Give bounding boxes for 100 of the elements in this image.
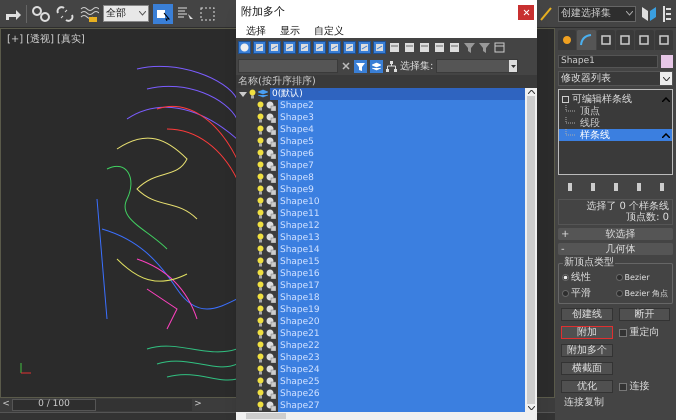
light-bulb-icon[interactable] xyxy=(257,245,264,255)
menu-item[interactable]: 自定义 xyxy=(314,24,344,38)
geometry-checkbox[interactable]: 重定向 xyxy=(618,325,670,340)
light-bulb-icon[interactable] xyxy=(257,101,264,111)
light-bulb-icon[interactable] xyxy=(257,125,264,135)
light-bulb-icon[interactable] xyxy=(257,401,264,411)
panel-tab[interactable] xyxy=(558,30,576,50)
light-bulb-icon[interactable] xyxy=(257,149,264,159)
light-bulb-icon[interactable] xyxy=(257,209,264,219)
next-frame-button[interactable]: > xyxy=(192,398,204,412)
panel-tab[interactable] xyxy=(616,30,634,50)
light-bulb-icon[interactable] xyxy=(257,185,264,195)
light-bulb-icon[interactable] xyxy=(257,317,264,327)
geometry-button[interactable]: 优化 xyxy=(561,380,612,393)
tray-icon[interactable] xyxy=(493,41,506,54)
layer-toggle-button[interactable] xyxy=(370,60,383,72)
light-bulb-icon[interactable] xyxy=(257,329,264,339)
panel-tab[interactable] xyxy=(577,30,596,50)
panel-tab[interactable] xyxy=(596,30,615,50)
time-slider-thumb[interactable]: 0 / 100 xyxy=(12,399,96,411)
geometry-button[interactable]: 创建线 xyxy=(561,308,612,321)
light-bulb-icon[interactable] xyxy=(257,269,264,279)
wave-link-icon[interactable] xyxy=(79,4,99,22)
sphere-filter-button[interactable] xyxy=(238,41,251,54)
vertical-scrollbar[interactable] xyxy=(525,88,537,412)
funnel-icon[interactable] xyxy=(463,41,476,54)
light-bulb-icon[interactable] xyxy=(257,257,264,267)
panel-tab[interactable] xyxy=(635,30,654,50)
select-object-button[interactable] xyxy=(153,4,173,24)
viewport-label[interactable]: [真实] xyxy=(57,32,85,47)
vertex-type-radio[interactable]: Bezier 角点 xyxy=(616,286,669,301)
selection-set-dropdown[interactable] xyxy=(436,59,518,73)
object-name-field[interactable]: Shape1 xyxy=(558,55,658,68)
viewport-label[interactable]: [+] xyxy=(7,32,24,47)
modifier-stack-item[interactable]: 可编辑样条线 xyxy=(559,93,672,105)
geometry-button[interactable]: 断开 xyxy=(618,308,670,321)
rollout-header[interactable]: - 几何体 xyxy=(558,243,673,255)
selection-info-text: 选择了 0 个样条线 xyxy=(586,201,669,212)
shape-object-icon xyxy=(266,293,276,303)
sub-object-item[interactable]: 样条线 xyxy=(559,129,672,141)
time-slider-track[interactable]: 0 / 100 xyxy=(12,399,192,411)
light-bulb-icon[interactable] xyxy=(257,173,264,183)
light-bulb-icon[interactable] xyxy=(257,113,264,123)
filter-toggle-button[interactable] xyxy=(354,60,367,72)
previous-frame-button[interactable]: < xyxy=(0,398,12,412)
horizontal-scrollbar[interactable] xyxy=(236,412,537,420)
panel-tab[interactable] xyxy=(654,30,673,50)
vertex-type-radio[interactable]: 平滑 xyxy=(562,286,616,301)
vertex-type-radio[interactable]: 线性 xyxy=(562,270,616,285)
broken-link-icon[interactable] xyxy=(55,4,75,22)
viewport-label[interactable]: [透视] xyxy=(26,32,54,47)
shape-object-icon xyxy=(266,173,276,183)
sub-object-item[interactable]: 顶点 xyxy=(559,105,672,117)
mirror-icon[interactable] xyxy=(640,4,658,22)
scrollbar-thumb[interactable] xyxy=(527,96,535,404)
modifier-stack[interactable]: 可编辑样条线 顶点 线段 样条线 xyxy=(558,89,673,175)
clear-icon[interactable] xyxy=(341,61,351,71)
scrollbar-thumb[interactable] xyxy=(246,413,286,419)
tree-item[interactable]: 0(默认) xyxy=(270,88,525,100)
menu-item[interactable]: 选择 xyxy=(246,24,266,38)
geometry-button[interactable]: 附加多个 xyxy=(561,344,612,357)
light-bulb-icon[interactable] xyxy=(257,377,264,387)
dropdown-caret-icon xyxy=(626,11,633,16)
align-icon[interactable] xyxy=(662,4,672,22)
light-bulb-icon[interactable] xyxy=(257,341,264,351)
named-selection-set-dropdown[interactable]: 创建选择集 xyxy=(558,6,636,22)
light-bulb-icon[interactable] xyxy=(257,197,264,207)
close-button[interactable] xyxy=(518,5,534,20)
dropdown-caret-icon xyxy=(662,76,670,80)
light-bulb-icon[interactable] xyxy=(257,161,264,171)
light-bulb-icon[interactable] xyxy=(257,365,264,375)
light-bulb-icon[interactable] xyxy=(257,137,264,147)
object-color-swatch[interactable] xyxy=(661,55,673,68)
list-cursor-icon[interactable] xyxy=(177,6,195,22)
search-field[interactable] xyxy=(238,59,338,73)
light-bulb-icon[interactable] xyxy=(249,89,256,99)
vertex-type-radio[interactable]: Bezier xyxy=(616,270,669,285)
dashed-rectangle-icon[interactable] xyxy=(199,6,217,22)
light-bulb-icon[interactable] xyxy=(257,221,264,231)
sub-object-item[interactable]: 线段 xyxy=(559,117,672,129)
light-bulb-icon[interactable] xyxy=(257,281,264,291)
selection-filter-dropdown[interactable]: 全部 xyxy=(103,5,149,22)
geometry-button[interactable]: 横截面 xyxy=(561,362,612,375)
modifier-list-dropdown[interactable]: 修改器列表 xyxy=(558,71,673,86)
rollout-title: 软选择 xyxy=(604,228,636,242)
pencil-abc-icon[interactable] xyxy=(538,4,554,22)
light-bulb-icon[interactable] xyxy=(257,305,264,315)
chain-link-icon[interactable] xyxy=(31,4,51,22)
shape-object-icon xyxy=(266,257,276,267)
rollout-header[interactable]: + 软选择 xyxy=(558,228,673,240)
light-bulb-icon[interactable] xyxy=(257,233,264,243)
light-bulb-icon[interactable] xyxy=(257,293,264,303)
column-header[interactable]: 名称(按升序排序) xyxy=(236,75,537,88)
geometry-button[interactable]: 附加 xyxy=(561,326,612,339)
geometry-checkbox[interactable]: 连接 xyxy=(618,379,670,394)
shape-object-icon xyxy=(266,365,276,375)
menu-item[interactable]: 显示 xyxy=(280,24,300,38)
light-bulb-icon[interactable] xyxy=(257,389,264,399)
light-bulb-icon[interactable] xyxy=(257,353,264,363)
expanded-triangle-icon[interactable] xyxy=(239,90,247,98)
